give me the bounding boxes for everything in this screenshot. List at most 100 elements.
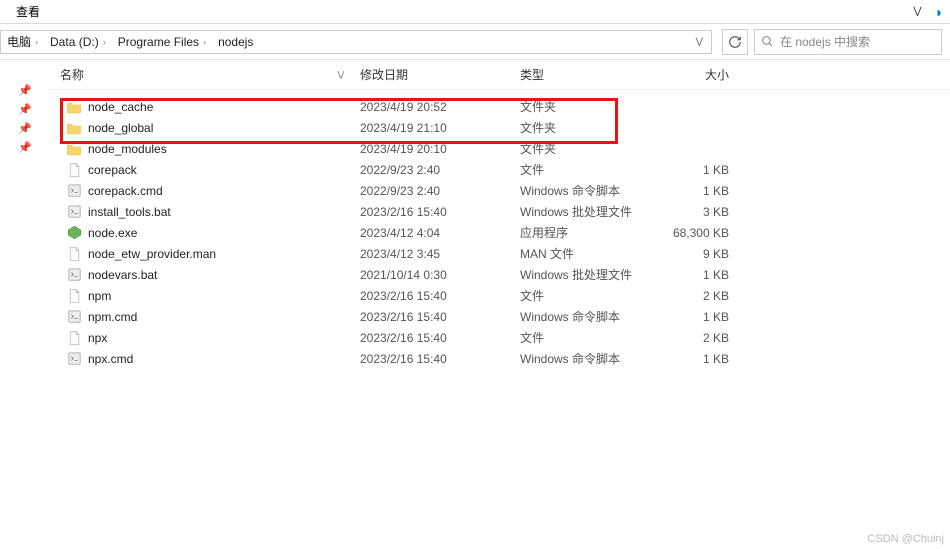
cell-date: 2023/4/12 4:04: [360, 226, 520, 240]
cell-date: 2023/2/16 15:40: [360, 289, 520, 303]
search-input[interactable]: 在 nodejs 中搜索: [754, 29, 942, 55]
address-bar-row: 电脑› Data (D:)› Programe Files› nodejs ⋁ …: [0, 24, 950, 60]
col-type[interactable]: 类型: [520, 66, 665, 83]
cell-date: 2023/4/12 3:45: [360, 247, 520, 261]
cell-size: 3 KB: [665, 205, 745, 219]
cell-type: 文件: [520, 287, 665, 304]
file-row[interactable]: node_modules2023/4/19 20:10文件夹: [50, 138, 950, 159]
cell-type: 文件夹: [520, 98, 665, 115]
cell-name: npx.cmd: [60, 351, 360, 367]
col-name[interactable]: 名称⋁: [60, 66, 360, 83]
cell-name: node_cache: [60, 99, 360, 115]
cell-type: 文件夹: [520, 140, 665, 157]
file-row[interactable]: npm.cmd2023/2/16 15:40Windows 命令脚本1 KB: [50, 306, 950, 327]
cell-type: MAN 文件: [520, 245, 665, 262]
breadcrumb-seg-2[interactable]: Programe Files›: [112, 31, 212, 53]
file-icon: [66, 246, 82, 262]
cell-type: Windows 批处理文件: [520, 266, 665, 283]
sidebar: 📌 📌 📌 📌: [0, 60, 50, 549]
file-row[interactable]: npx.cmd2023/2/16 15:40Windows 命令脚本1 KB: [50, 348, 950, 369]
cell-name: node.exe: [60, 225, 360, 241]
cell-date: 2021/10/14 0:30: [360, 268, 520, 282]
breadcrumb-dropdown-icon[interactable]: ⋁: [688, 36, 711, 47]
col-size[interactable]: 大小: [665, 66, 745, 83]
folder-icon: [66, 99, 82, 115]
folder-icon: [66, 120, 82, 136]
cell-name: npm.cmd: [60, 309, 360, 325]
view-menu[interactable]: 查看: [8, 1, 48, 22]
cell-type: 文件: [520, 161, 665, 178]
cell-type: Windows 命令脚本: [520, 350, 665, 367]
cell-size: 68,300 KB: [665, 226, 745, 240]
file-row[interactable]: install_tools.bat2023/2/16 15:40Windows …: [50, 201, 950, 222]
cell-date: 2023/2/16 15:40: [360, 331, 520, 345]
cell-name: corepack.cmd: [60, 183, 360, 199]
cell-date: 2022/9/23 2:40: [360, 163, 520, 177]
cell-type: Windows 批处理文件: [520, 203, 665, 220]
cell-date: 2023/2/16 15:40: [360, 352, 520, 366]
file-list: node_cache2023/4/19 20:52文件夹node_global2…: [50, 90, 950, 369]
cell-name: corepack: [60, 162, 360, 178]
pin-icon[interactable]: 📌: [0, 122, 50, 135]
cell-date: 2023/2/16 15:40: [360, 205, 520, 219]
search-placeholder: 在 nodejs 中搜索: [780, 33, 870, 50]
cell-size: 1 KB: [665, 310, 745, 324]
cmd-icon: [66, 351, 82, 367]
cell-size: 9 KB: [665, 247, 745, 261]
file-row[interactable]: npm2023/2/16 15:40文件2 KB: [50, 285, 950, 306]
sort-caret-icon: ⋁: [337, 70, 360, 79]
cell-name: node_etw_provider.man: [60, 246, 360, 262]
cell-date: 2023/4/19 20:52: [360, 100, 520, 114]
breadcrumb-seg-1[interactable]: Data (D:)›: [44, 31, 112, 53]
cell-name: npm: [60, 288, 360, 304]
cell-name: npx: [60, 330, 360, 346]
cell-size: 1 KB: [665, 163, 745, 177]
cell-name: node_modules: [60, 141, 360, 157]
toolbar: 查看 ⋁ ◑: [0, 0, 950, 24]
cell-name: nodevars.bat: [60, 267, 360, 283]
pin-icon[interactable]: 📌: [0, 84, 50, 97]
breadcrumb[interactable]: 电脑› Data (D:)› Programe Files› nodejs ⋁: [0, 30, 712, 54]
cell-date: 2022/9/23 2:40: [360, 184, 520, 198]
cmd-icon: [66, 183, 82, 199]
exe-icon: [66, 225, 82, 241]
cell-name: install_tools.bat: [60, 204, 360, 220]
cell-size: 1 KB: [665, 268, 745, 282]
watermark: CSDN @Chuinj: [867, 533, 944, 545]
cell-type: 应用程序: [520, 224, 665, 241]
file-row[interactable]: node_etw_provider.man2023/4/12 3:45MAN 文…: [50, 243, 950, 264]
col-date[interactable]: 修改日期: [360, 66, 520, 83]
cell-name: node_global: [60, 120, 360, 136]
refresh-icon: [728, 35, 742, 49]
file-row[interactable]: node_cache2023/4/19 20:52文件夹: [50, 96, 950, 117]
cell-type: 文件夹: [520, 119, 665, 136]
pin-icon[interactable]: 📌: [0, 103, 50, 116]
cell-size: 2 KB: [665, 289, 745, 303]
cell-size: 1 KB: [665, 352, 745, 366]
cell-type: Windows 命令脚本: [520, 182, 665, 199]
file-row[interactable]: node.exe2023/4/12 4:04应用程序68,300 KB: [50, 222, 950, 243]
cell-date: 2023/4/19 20:10: [360, 142, 520, 156]
file-row[interactable]: npx2023/2/16 15:40文件2 KB: [50, 327, 950, 348]
cmd-icon: [66, 267, 82, 283]
cell-type: Windows 命令脚本: [520, 308, 665, 325]
cell-type: 文件: [520, 329, 665, 346]
cell-size: 1 KB: [665, 184, 745, 198]
file-row[interactable]: corepack.cmd2022/9/23 2:40Windows 命令脚本1 …: [50, 180, 950, 201]
pin-icon[interactable]: 📌: [0, 141, 50, 154]
file-row[interactable]: nodevars.bat2021/10/14 0:30Windows 批处理文件…: [50, 264, 950, 285]
breadcrumb-seg-0[interactable]: 电脑›: [1, 31, 44, 53]
cell-date: 2023/4/19 21:10: [360, 121, 520, 135]
file-row[interactable]: corepack2022/9/23 2:40文件1 KB: [50, 159, 950, 180]
folder-icon: [66, 141, 82, 157]
file-icon: [66, 162, 82, 178]
file-icon: [66, 330, 82, 346]
file-row[interactable]: node_global2023/4/19 21:10文件夹: [50, 117, 950, 138]
cell-size: 2 KB: [665, 331, 745, 345]
file-pane: 名称⋁ 修改日期 类型 大小 node_cache2023/4/19 20:52…: [50, 60, 950, 549]
cmd-icon: [66, 204, 82, 220]
breadcrumb-seg-3[interactable]: nodejs: [212, 31, 259, 53]
refresh-button[interactable]: [722, 29, 748, 55]
help-icon[interactable]: ◑: [934, 4, 942, 20]
toolbar-dropdown-icon[interactable]: ⋁: [909, 6, 925, 17]
